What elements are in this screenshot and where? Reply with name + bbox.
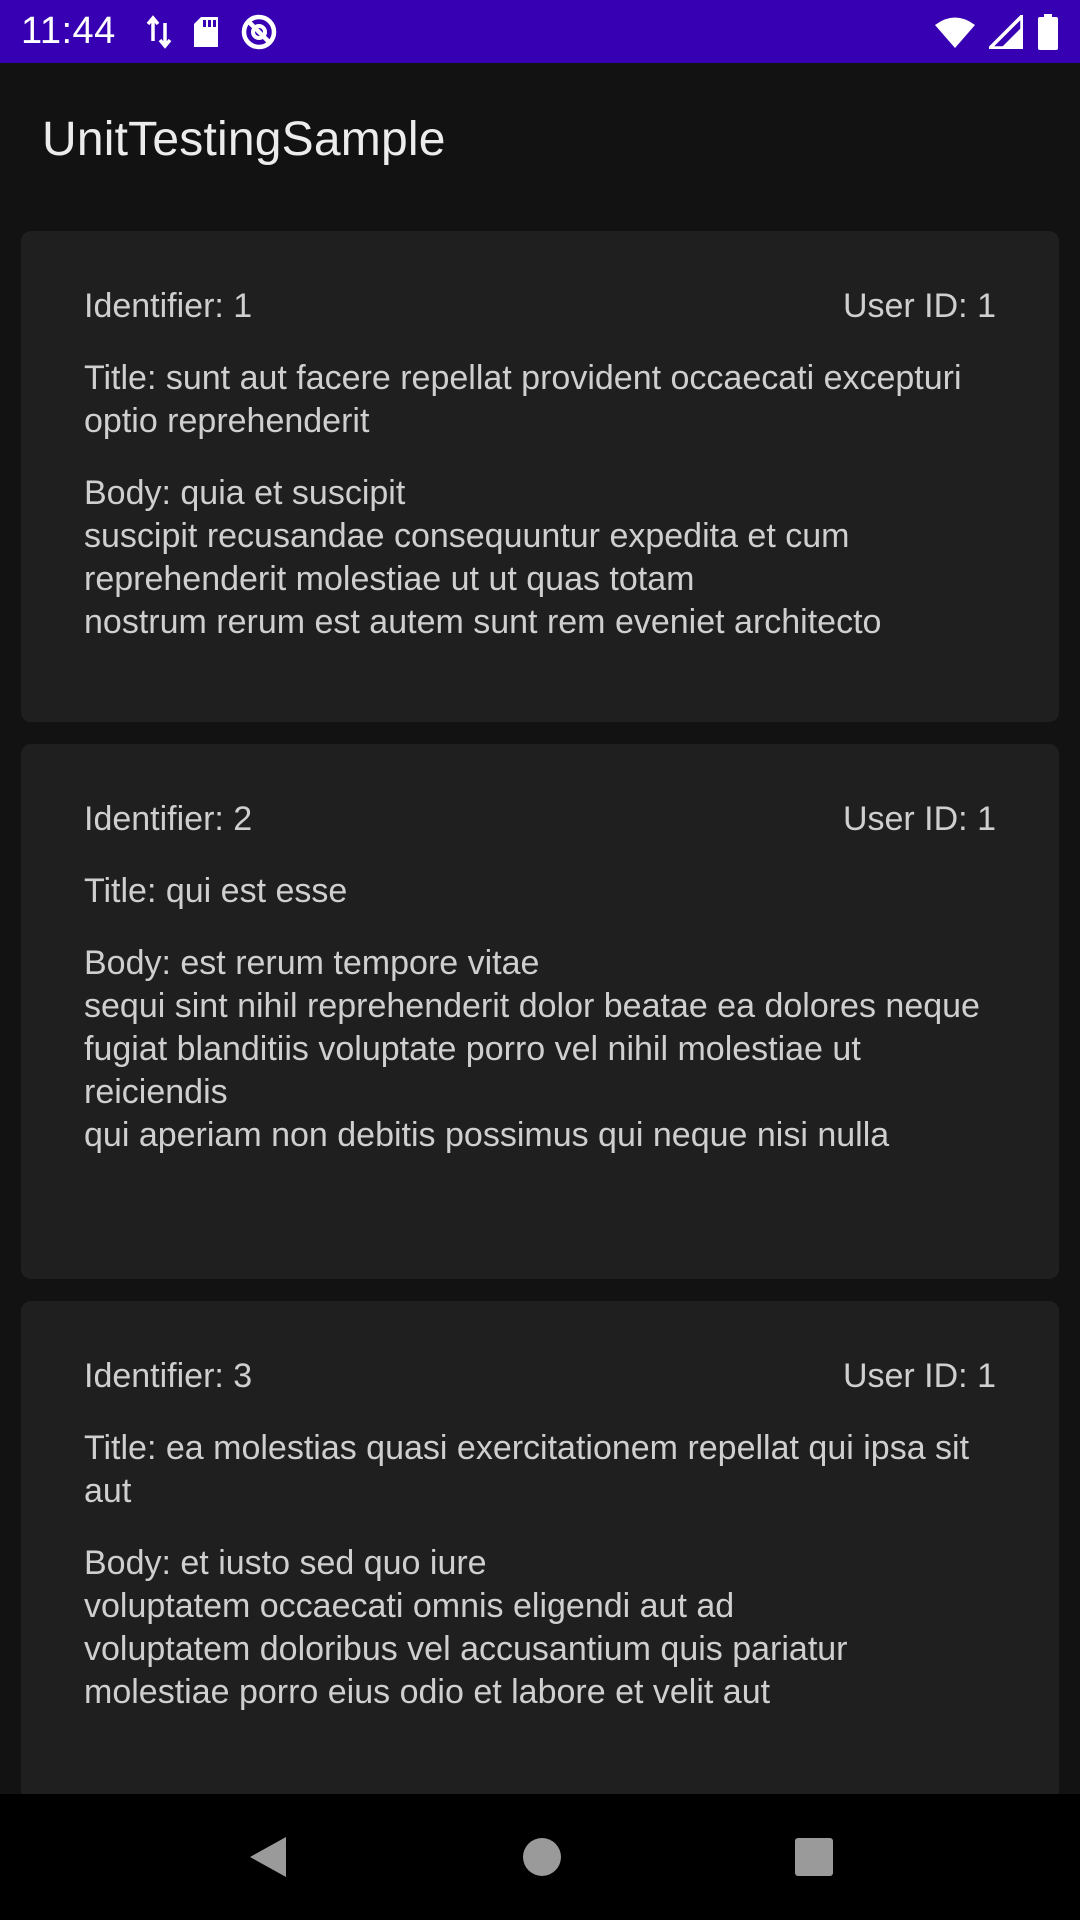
post-body: Body: et iusto sed quo iure voluptatem o… [84,1544,848,1711]
post-identifier: Identifier: 2 [84,800,253,838]
post-user-id: User ID: 1 [842,800,996,838]
navigation-bar [0,1794,1080,1920]
post-card[interactable]: Identifier: 3 User ID: 1 Title: ea moles… [21,1301,1059,1794]
status-right-icons [935,13,1059,50]
status-bar: 11:44 [0,0,1080,63]
data-transfer-icon [146,14,172,49]
back-icon[interactable] [246,1833,290,1881]
post-card-header: Identifier: 1 User ID: 1 [84,285,996,328]
app-bar: UnitTestingSample [0,63,1080,215]
post-list[interactable]: Identifier: 1 User ID: 1 Title: sunt aut… [0,215,1080,1794]
post-card-header: Identifier: 2 User ID: 1 [84,798,996,841]
post-user-id: User ID: 1 [842,287,996,325]
post-card-header: Identifier: 3 User ID: 1 [84,1355,996,1398]
recents-icon[interactable] [794,1837,834,1877]
post-title: Title: qui est esse [84,872,348,910]
status-time: 11:44 [21,10,116,52]
status-left-icons [146,13,278,51]
wifi-icon [935,16,975,48]
home-icon[interactable] [521,1836,563,1878]
post-identifier: Identifier: 1 [84,287,253,325]
battery-icon [1037,13,1059,50]
post-identifier: Identifier: 3 [84,1357,253,1395]
post-card[interactable]: Identifier: 2 User ID: 1 Title: qui est … [21,744,1059,1279]
post-body: Body: quia et suscipit suscipit recusand… [84,474,882,641]
post-body: Body: est rerum tempore vitae sequi sint… [84,944,980,1154]
sync-icon [240,13,278,51]
post-card[interactable]: Identifier: 1 User ID: 1 Title: sunt aut… [21,231,1059,722]
signal-icon [989,14,1023,49]
post-title: Title: sunt aut facere repellat providen… [84,359,962,440]
sd-card-icon [192,15,220,49]
post-user-id: User ID: 1 [842,1357,996,1395]
post-title: Title: ea molestias quasi exercitationem… [84,1429,970,1510]
app-title: UnitTestingSample [42,112,446,166]
